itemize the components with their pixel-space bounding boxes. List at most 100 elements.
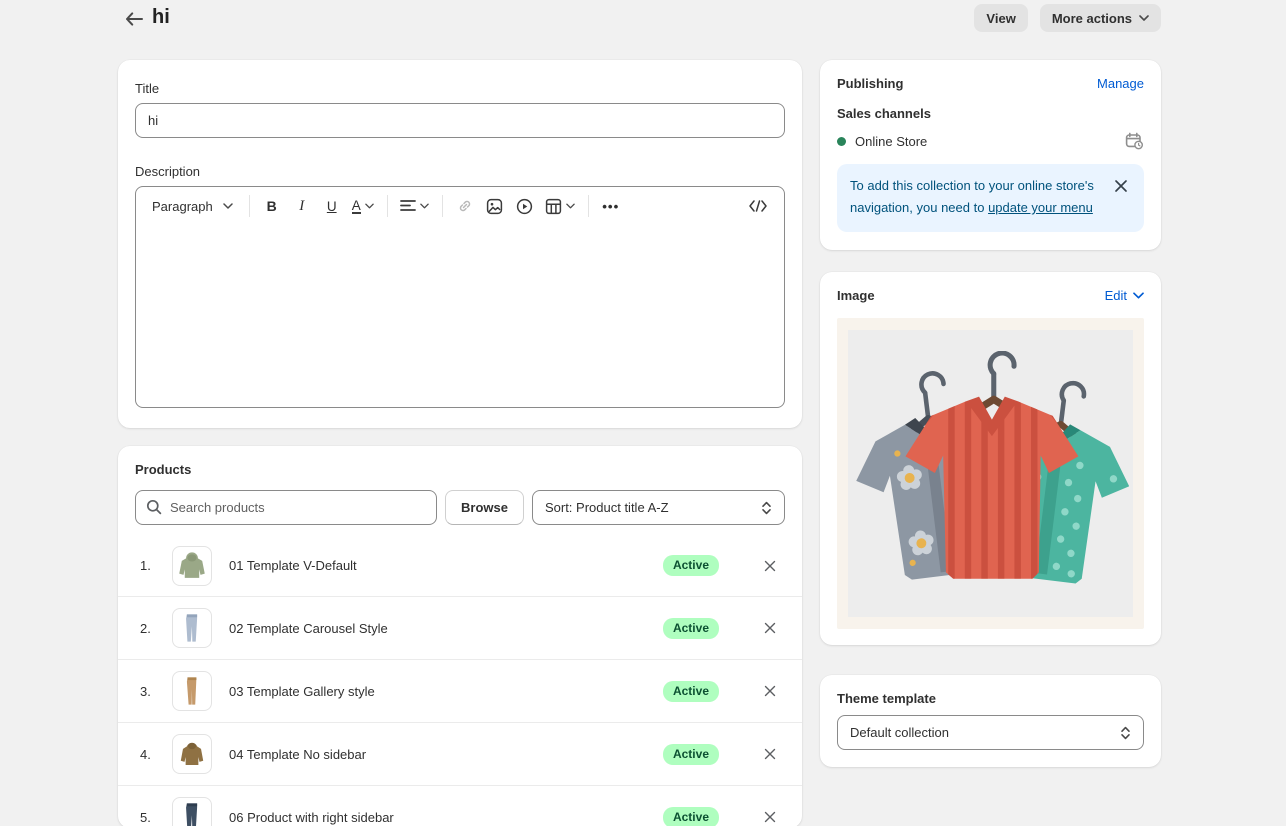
close-icon (764, 811, 776, 823)
table-row: 2. 02 Template Carousel Style Active (118, 597, 802, 660)
up-down-caret-icon (761, 501, 772, 515)
align-left-icon (400, 200, 416, 212)
chevron-down-icon (1133, 292, 1144, 299)
toolbar-divider (249, 195, 250, 217)
remove-product-button[interactable] (758, 616, 782, 640)
theme-template-label: Theme template (837, 691, 1144, 706)
product-thumbnail (172, 608, 212, 648)
theme-template-select[interactable]: Default collection (837, 715, 1144, 750)
insert-image-button[interactable] (481, 192, 509, 220)
product-name: 04 Template No sidebar (229, 747, 663, 762)
product-name: 02 Template Carousel Style (229, 621, 663, 636)
arrow-left-icon (125, 12, 143, 26)
browse-button[interactable]: Browse (445, 490, 524, 525)
sales-channels-label: Sales channels (837, 106, 1144, 121)
remove-product-button[interactable] (758, 805, 782, 826)
status-badge: Active (663, 681, 719, 702)
tan-pants-image (175, 674, 209, 708)
remove-product-button[interactable] (758, 742, 782, 766)
toolbar-divider (442, 195, 443, 217)
status-badge: Active (663, 807, 719, 826)
alignment-button[interactable] (396, 192, 434, 220)
navigation-info-banner: To add this collection to your online st… (837, 164, 1144, 232)
green-hoodie-image (175, 549, 209, 583)
italic-button[interactable]: I (288, 192, 316, 220)
chevron-down-icon (566, 203, 576, 209)
editor-toolbar: Paragraph B I U A (136, 187, 784, 225)
sort-select[interactable]: Sort: Product title A-Z (532, 490, 785, 525)
dark-jeans-image (175, 800, 209, 826)
dismiss-banner-button[interactable] (1110, 175, 1132, 197)
play-circle-icon (516, 198, 533, 215)
row-number: 4. (140, 747, 172, 762)
text-color-button[interactable]: A (348, 192, 379, 220)
insert-table-button[interactable] (541, 192, 580, 220)
product-list: 1. 01 Template V-Default Active 2. 02 Te… (118, 534, 802, 826)
title-label: Title (135, 81, 785, 96)
link-icon (457, 198, 473, 214)
close-icon (764, 748, 776, 760)
table-row: 1. 01 Template V-Default Active (118, 534, 802, 597)
status-badge: Active (663, 618, 719, 639)
banner-text: To add this collection to your online st… (850, 175, 1098, 219)
product-name: 03 Template Gallery style (229, 684, 663, 699)
title-input[interactable] (135, 103, 785, 138)
code-icon (749, 200, 767, 212)
shirts-illustration (848, 330, 1133, 617)
row-number: 2. (140, 621, 172, 636)
remove-product-button[interactable] (758, 679, 782, 703)
table-row: 4. 04 Template No sidebar Active (118, 723, 802, 786)
more-formatting-button[interactable]: ••• (597, 192, 625, 220)
manage-publishing-link[interactable]: Manage (1097, 76, 1144, 91)
calendar-clock-icon[interactable] (1125, 132, 1144, 150)
row-number: 5. (140, 810, 172, 825)
collection-image[interactable] (837, 318, 1144, 629)
remove-product-button[interactable] (758, 554, 782, 578)
chevron-down-icon (1139, 15, 1149, 21)
paragraph-style-dropdown[interactable]: Paragraph (144, 192, 241, 220)
more-actions-button[interactable]: More actions (1040, 4, 1161, 32)
view-button[interactable]: View (974, 4, 1027, 32)
description-label: Description (135, 164, 785, 179)
toolbar-divider (588, 195, 589, 217)
table-row: 3. 03 Template Gallery style Active (118, 660, 802, 723)
description-textarea[interactable] (136, 225, 784, 408)
publishing-card: Publishing Manage Sales channels Online … (820, 60, 1161, 250)
image-card: Image Edit (820, 272, 1161, 645)
theme-template-card: Theme template Default collection (820, 675, 1161, 767)
show-html-button[interactable] (744, 192, 772, 220)
search-products-input[interactable] (135, 490, 437, 525)
description-editor: Paragraph B I U A (135, 186, 785, 408)
chevron-down-icon (223, 203, 233, 209)
close-icon (764, 560, 776, 572)
update-your-menu-link[interactable]: update your menu (988, 200, 1093, 215)
products-card: Products Browse Sort: Product title A-Z … (118, 446, 802, 826)
light-jeans-image (175, 611, 209, 645)
search-icon (146, 499, 162, 515)
publishing-heading: Publishing (837, 76, 903, 91)
collection-details-card: Title Description Paragraph B I U A (118, 60, 802, 428)
products-heading: Products (118, 462, 802, 477)
bold-button[interactable]: B (258, 192, 286, 220)
row-number: 1. (140, 558, 172, 573)
channel-name: Online Store (855, 134, 1125, 149)
chevron-down-icon (420, 203, 430, 209)
edit-image-dropdown[interactable]: Edit (1105, 288, 1144, 303)
back-button[interactable] (121, 6, 147, 32)
insert-link-button[interactable] (451, 192, 479, 220)
channel-active-dot (837, 137, 846, 146)
page-title: hi (152, 6, 170, 29)
up-down-caret-icon (1120, 726, 1131, 740)
table-row: 5. 06 Product with right sidebar Active (118, 786, 802, 826)
status-badge: Active (663, 555, 719, 576)
status-badge: Active (663, 744, 719, 765)
insert-video-button[interactable] (511, 192, 539, 220)
underline-button[interactable]: U (318, 192, 346, 220)
image-icon (486, 198, 503, 215)
image-heading: Image (837, 288, 875, 303)
product-name: 06 Product with right sidebar (229, 810, 663, 825)
product-thumbnail (172, 671, 212, 711)
brown-hoodie-image (175, 737, 209, 771)
toolbar-divider (387, 195, 388, 217)
chevron-down-icon (365, 203, 375, 209)
